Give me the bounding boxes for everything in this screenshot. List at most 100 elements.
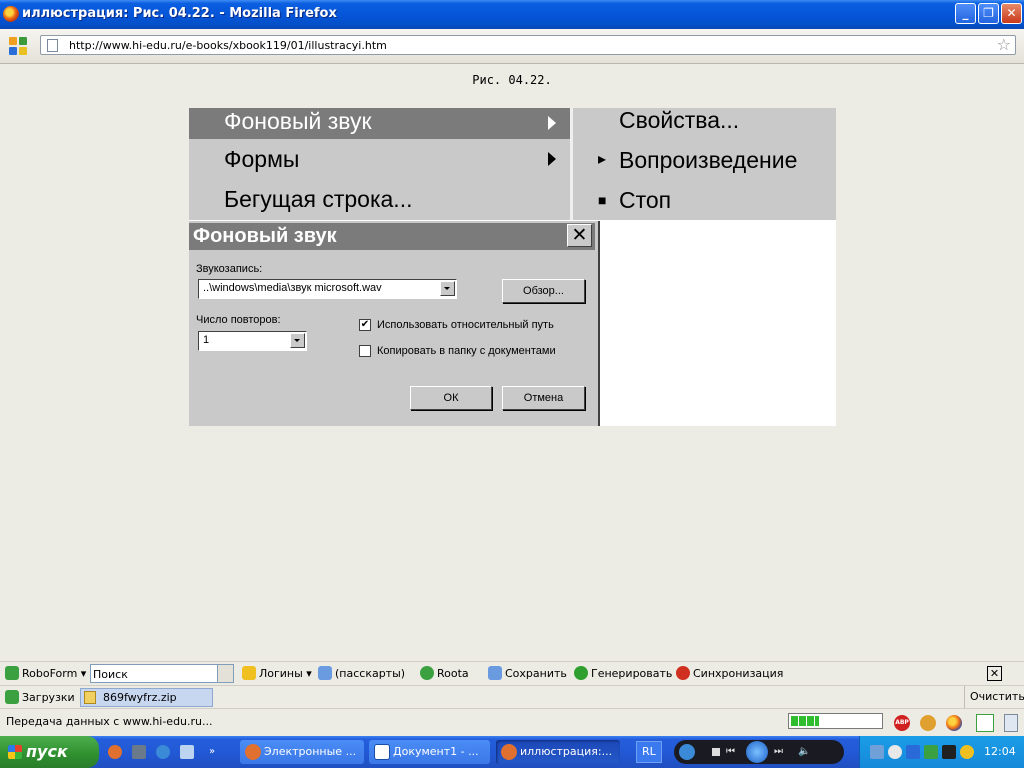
quicklaunch-kmplayer-icon[interactable] [132, 745, 146, 759]
close-toolbar-button[interactable]: ✕ [987, 666, 1002, 681]
menu-item-properties[interactable]: Свойства... [573, 100, 836, 140]
minimize-button[interactable]: _ [955, 3, 976, 24]
use-relative-path-checkbox[interactable]: ✔ [359, 319, 371, 331]
roota-button[interactable]: Roota [420, 666, 469, 680]
taskbar: пуск » Электронные ... Документ1 - ... и… [0, 736, 1024, 768]
downloads-icon [5, 690, 19, 704]
firefox-icon[interactable] [946, 715, 962, 731]
tray-display-icon[interactable] [906, 745, 920, 759]
repeat-count-combo[interactable]: 1 [198, 331, 307, 351]
firefox-icon [3, 6, 19, 22]
menu-item-forms[interactable]: Формы [189, 139, 570, 179]
panel-icon[interactable] [1004, 714, 1018, 732]
tray-update-icon[interactable] [960, 745, 974, 759]
browse-button[interactable]: Обзор... [502, 279, 585, 303]
use-relative-path-label: Использовать относительный путь [377, 319, 554, 331]
language-indicator[interactable]: RL [636, 741, 662, 763]
start-button[interactable]: пуск [0, 736, 99, 768]
media-prev-icon[interactable]: ⏮ [726, 746, 735, 757]
progress-fill [791, 716, 819, 726]
background-sound-dialog: Фоновый звук ✕ Звукозапись: ..\windows\m… [189, 221, 600, 426]
quicklaunch-ie-icon[interactable] [156, 745, 170, 759]
dropdown-arrow-icon[interactable] [440, 281, 455, 296]
figure-caption: Рис. 04.22. [472, 73, 552, 87]
cancel-button[interactable]: Отмена [502, 386, 585, 410]
ok-button[interactable]: ОК [410, 386, 492, 410]
repeat-label: Число повторов: [196, 314, 281, 326]
roboform-toolbar: RoboForm ▾ Поиск Логины ▾ (пасскарты) Ro… [0, 661, 1024, 686]
clear-downloads-button[interactable]: Очистить [964, 686, 1024, 709]
chevron-down-icon[interactable] [217, 665, 233, 682]
windows-logo-icon [8, 745, 22, 759]
menu-item-stop[interactable]: ■ Стоп [573, 180, 836, 220]
download-item[interactable]: 869fwyfrz.zip [80, 688, 213, 707]
page-icon [47, 39, 58, 52]
taskbar-button-ebooks[interactable]: Электронные ... [240, 740, 364, 764]
firefox-icon [501, 744, 517, 760]
dropdown-arrow-icon[interactable] [290, 333, 305, 348]
tray-globe-icon[interactable] [888, 745, 902, 759]
downloads-bar: Загрузки 869fwyfrz.zip Очистить [0, 685, 1024, 709]
address-bar[interactable]: http://www.hi-edu.ru/e-books/xbook119/01… [40, 35, 1016, 55]
quicklaunch-firefox-icon[interactable] [108, 745, 122, 759]
taskbar-button-document[interactable]: Документ1 - ... [369, 740, 490, 764]
logins-menu[interactable]: Логины ▾ [242, 666, 312, 680]
submenu-arrow-icon [548, 152, 556, 166]
monkey-icon[interactable] [920, 715, 936, 731]
media-next-icon[interactable]: ⏭ [774, 746, 783, 757]
generate-button[interactable]: Генерировать [574, 666, 672, 680]
play-marker-icon: ▸ [598, 151, 607, 168]
status-text: Передача данных с www.hi-edu.ru... [6, 715, 213, 728]
passcards-icon [318, 666, 332, 680]
progress-bar [788, 713, 883, 729]
context-menu: Фоновый звук Формы Бегущая строка... [189, 108, 573, 220]
roboform-search-input[interactable]: Поиск [90, 664, 234, 683]
tray-roboform-icon[interactable] [924, 745, 938, 759]
quicklaunch-desktop-icon[interactable] [180, 745, 194, 759]
taskbar-button-illustration[interactable]: иллюстрация:... [496, 740, 620, 764]
copy-to-folder-checkbox[interactable] [359, 345, 371, 357]
sync-icon [676, 666, 690, 680]
bookmark-star-icon[interactable]: ☆ [997, 35, 1011, 54]
word-icon [374, 744, 390, 760]
window-title-bar[interactable]: иллюстрация: Рис. 04.22. - Mozilla Firef… [0, 0, 1024, 29]
zip-file-icon [84, 691, 96, 704]
apps-grid-icon[interactable] [9, 37, 27, 55]
address-url: http://www.hi-edu.ru/e-books/xbook119/01… [69, 39, 387, 52]
system-tray: 12:04 [859, 736, 1024, 768]
dialog-title-bar: Фоновый звук ✕ [189, 223, 595, 250]
media-player-toolbar: ⏮ ⏭ 🔈 [674, 740, 844, 764]
tray-media-icon[interactable] [942, 745, 956, 759]
roboform-icon [5, 666, 19, 680]
maximize-button[interactable]: ❐ [978, 3, 999, 24]
generate-icon [574, 666, 588, 680]
close-button[interactable]: ✕ [1001, 3, 1022, 24]
menu-item-background-sound[interactable]: Фоновый звук [189, 108, 570, 139]
submenu-arrow-icon [548, 116, 556, 130]
passcards-button[interactable]: (пасскарты) [318, 666, 405, 680]
logins-icon [242, 666, 256, 680]
network-icon[interactable] [870, 745, 884, 759]
dialog-title: Фоновый звук [193, 225, 337, 247]
sheet-icon[interactable] [976, 714, 994, 732]
navigation-bar: http://www.hi-edu.ru/e-books/xbook119/01… [0, 29, 1024, 64]
sound-file-combo[interactable]: ..\windows\media\звук microsoft.wav [198, 279, 457, 299]
media-volume-icon[interactable]: 🔈 [798, 746, 810, 757]
media-play-pause-icon[interactable] [746, 741, 768, 763]
downloads-button[interactable]: Загрузки [5, 690, 75, 704]
sound-label: Звукозапись: [196, 263, 263, 275]
media-play-icon[interactable] [679, 744, 695, 760]
media-stop-icon[interactable] [712, 748, 720, 756]
save-button[interactable]: Сохранить [488, 666, 567, 680]
roota-icon [420, 666, 434, 680]
menu-item-marquee[interactable]: Бегущая строка... [189, 179, 570, 219]
quicklaunch-expand-icon[interactable]: » [209, 746, 215, 757]
firefox-icon [245, 744, 261, 760]
menu-item-play[interactable]: ▸ Вопроизведение [573, 140, 836, 180]
status-bar: Передача данных с www.hi-edu.ru... ABP [0, 708, 1024, 735]
roboform-menu[interactable]: RoboForm ▾ [5, 666, 86, 680]
dialog-close-button[interactable]: ✕ [567, 224, 592, 247]
adblock-icon[interactable]: ABP [894, 715, 910, 731]
submenu: Свойства... ▸ Вопроизведение ■ Стоп [573, 107, 836, 220]
sync-button[interactable]: Синхронизация [676, 666, 783, 680]
